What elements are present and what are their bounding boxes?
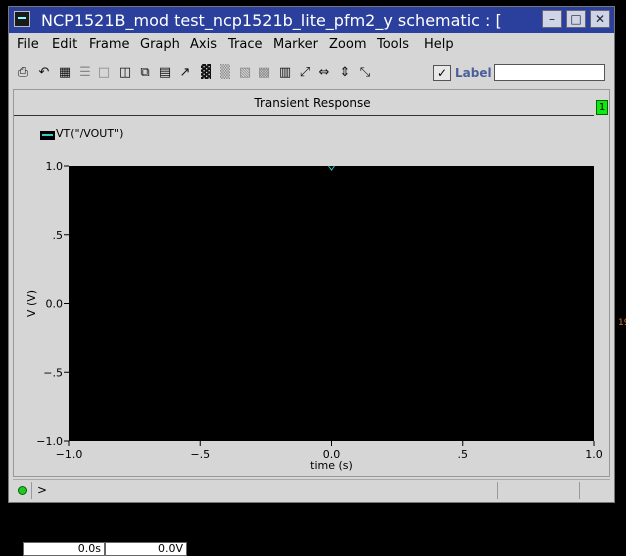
divider bbox=[497, 482, 498, 499]
menu-edit[interactable]: Edit bbox=[52, 37, 77, 52]
menu-marker[interactable]: Marker bbox=[273, 37, 318, 52]
print-icon[interactable]: ⎙ bbox=[15, 65, 31, 81]
x-tick-label: −.5 bbox=[190, 448, 210, 461]
overlay-icon[interactable]: ⧉ bbox=[137, 65, 153, 81]
strip-icon[interactable]: ☰ bbox=[77, 65, 93, 81]
plot-area[interactable]: 1.0.50.0−.5−1.0−1.0 −.5 0.0.5 1.0time (s)V … bbox=[14, 90, 611, 478]
menu-frame[interactable]: Frame bbox=[89, 37, 130, 52]
subwindow-icon[interactable]: ▤ bbox=[157, 65, 173, 81]
status-led-icon bbox=[18, 486, 27, 495]
label-text: Label bbox=[455, 66, 492, 80]
fit-icon[interactable]: ⤢ bbox=[297, 65, 313, 81]
command-prompt[interactable]: > bbox=[37, 483, 47, 497]
y-tick-label: .5 bbox=[53, 229, 64, 242]
menu-file[interactable]: File bbox=[17, 37, 39, 52]
window-title: NCP1521B_mod test_ncp1521b_lite_pfm2_y s… bbox=[41, 11, 502, 30]
delta-icon[interactable]: ▧ bbox=[237, 65, 253, 81]
menu-graph[interactable]: Graph bbox=[140, 37, 180, 52]
composite-icon[interactable]: □ bbox=[96, 65, 112, 81]
label-icon[interactable]: ▓ bbox=[198, 65, 214, 81]
y-tick-label: 1.0 bbox=[46, 160, 64, 173]
x-tick-label: .5 bbox=[458, 448, 469, 461]
menu-trace[interactable]: Trace bbox=[228, 37, 263, 52]
divider bbox=[31, 482, 32, 499]
maximize-button[interactable]: □ bbox=[566, 10, 586, 28]
menu-zoom[interactable]: Zoom bbox=[329, 37, 366, 52]
x-tick-label: 1.0 bbox=[585, 448, 603, 461]
y-tick-label: −.5 bbox=[43, 366, 63, 379]
marker-icon[interactable]: ▒ bbox=[217, 65, 233, 81]
menu-help[interactable]: Help bbox=[424, 37, 454, 52]
plot-background bbox=[69, 166, 594, 441]
graph-frame: Transient Response 1 VT("/VOUT") 1.0.5 0.… bbox=[13, 89, 611, 556]
menu-axis[interactable]: Axis bbox=[190, 37, 217, 52]
cursor-x-readout: 0.0s bbox=[23, 542, 105, 556]
grid-icon[interactable]: ▦ bbox=[57, 65, 73, 81]
close-button[interactable]: ✕ bbox=[590, 10, 610, 28]
export-icon[interactable]: ↗ bbox=[177, 65, 193, 81]
menu-tools[interactable]: Tools bbox=[377, 37, 409, 52]
split-icon[interactable]: ◫ bbox=[117, 65, 133, 81]
y-tick-label: −1.0 bbox=[36, 435, 63, 448]
calculator-icon[interactable]: ▥ bbox=[277, 65, 293, 81]
title-bar[interactable]: NCP1521B_mod test_ncp1521b_lite_pfm2_y s… bbox=[9, 7, 614, 33]
label-checkbox[interactable]: ✓ bbox=[433, 65, 451, 81]
hatch-icon[interactable]: ▩ bbox=[256, 65, 272, 81]
app-icon bbox=[14, 11, 30, 27]
undo-icon[interactable]: ↶ bbox=[36, 65, 52, 81]
background-fragment: 19 bbox=[618, 318, 626, 328]
y-axis-label: V (V) bbox=[25, 290, 38, 317]
waveform-window: NCP1521B_mod test_ncp1521b_lite_pfm2_y s… bbox=[8, 6, 615, 556]
y-tick-label: 0.0 bbox=[46, 298, 64, 311]
label-input[interactable] bbox=[494, 64, 605, 81]
zoom-fit-icon[interactable]: ⤡ bbox=[357, 65, 373, 81]
menu-bar: File Edit Frame Graph Axis Trace Marker … bbox=[9, 33, 614, 55]
fit-x-icon[interactable]: ⇔ bbox=[316, 65, 332, 81]
cursor-y-readout: 0.0V bbox=[105, 542, 187, 556]
x-axis-label: time (s) bbox=[310, 459, 353, 472]
fit-y-icon[interactable]: ⇕ bbox=[337, 65, 353, 81]
x-tick-label: −1.0 bbox=[56, 448, 83, 461]
divider bbox=[579, 482, 580, 499]
status-bar: > bbox=[13, 479, 610, 500]
minimize-button[interactable]: – bbox=[542, 10, 562, 28]
